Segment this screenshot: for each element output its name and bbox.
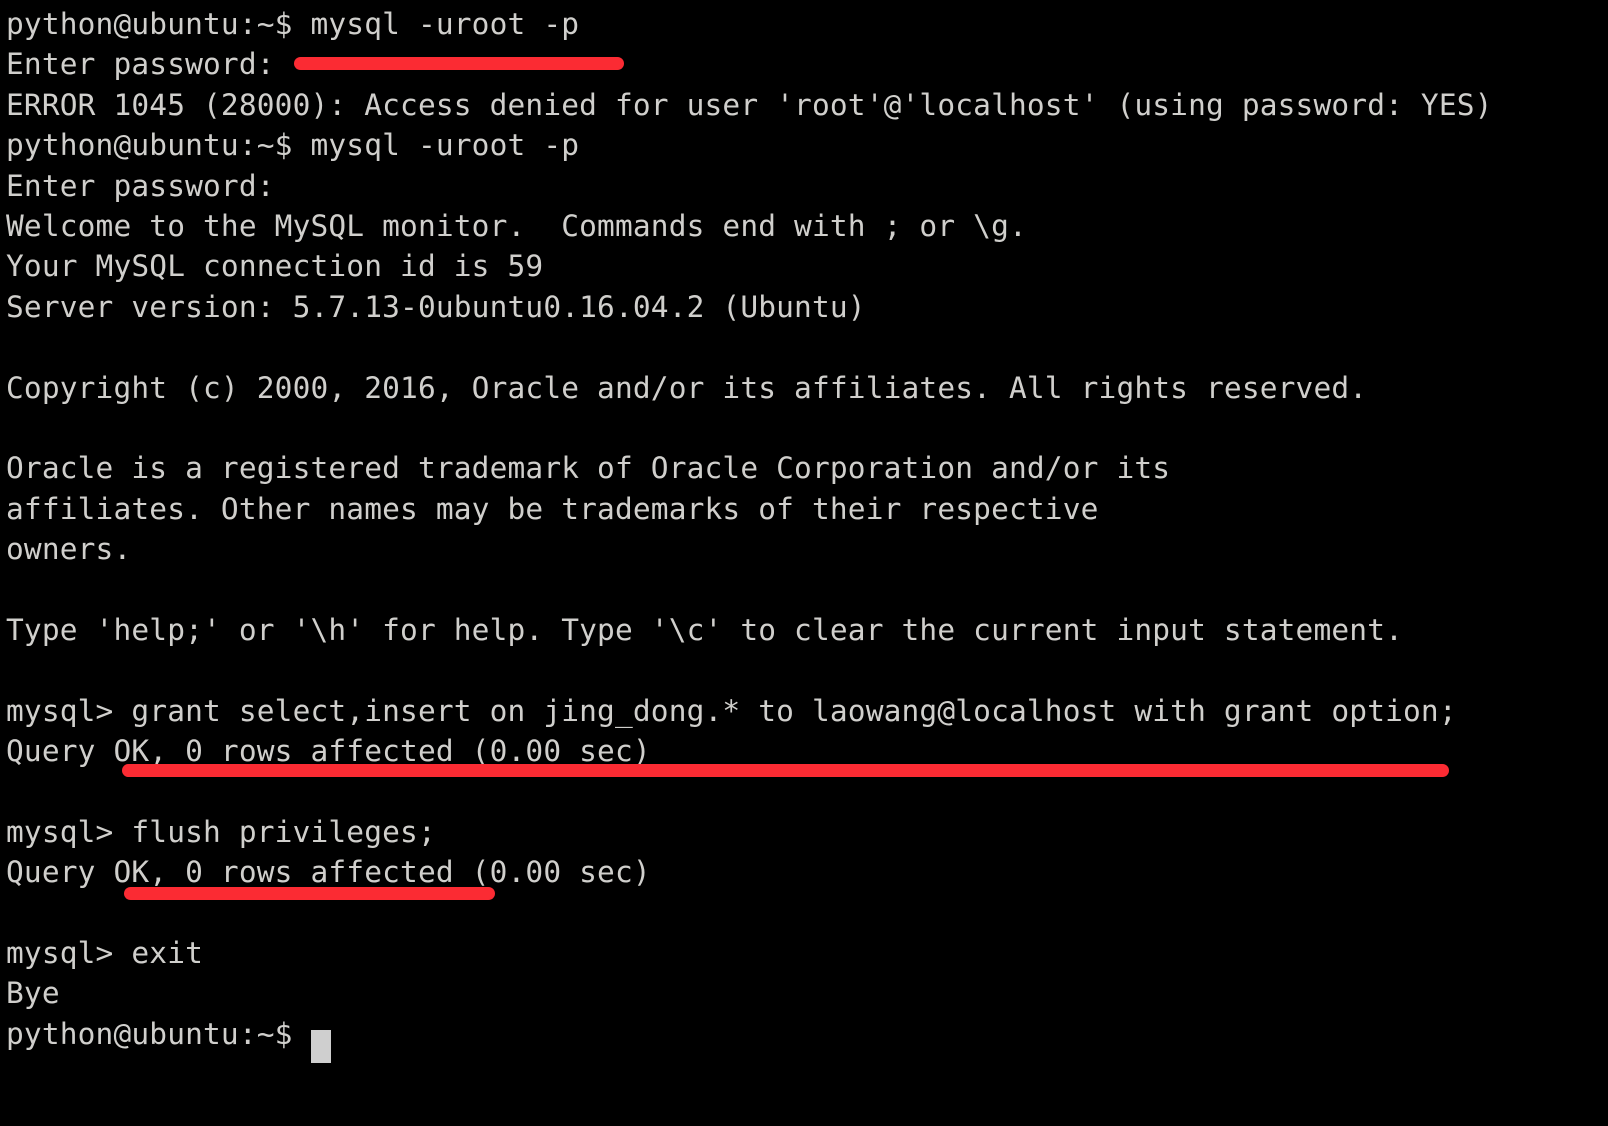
terminal-line: Oracle is a registered trademark of Orac… bbox=[6, 451, 1171, 486]
terminal-line: Enter password: bbox=[6, 47, 275, 82]
terminal-line: Your MySQL connection id is 59 bbox=[6, 249, 544, 284]
terminal-line-command: mysql> flush privileges; bbox=[6, 814, 436, 849]
terminal-line: python@ubuntu:~$ mysql -uroot -p bbox=[6, 7, 580, 41]
terminal-line: Query OK, 0 rows affected (0.00 sec) bbox=[6, 855, 651, 890]
terminal-line: Bye bbox=[6, 976, 60, 1011]
terminal-line-command: mysql> grant select,insert on jing_dong.… bbox=[6, 693, 1457, 728]
terminal-line: Enter password: bbox=[6, 168, 275, 203]
terminal-window[interactable]: python@ubuntu:~$ mysql -uroot -p Enter p… bbox=[0, 0, 1608, 1126]
terminal-line: affiliates. Other names may be trademark… bbox=[6, 491, 1099, 526]
terminal-line: python@ubuntu:~$ mysql -uroot -p bbox=[6, 128, 580, 163]
terminal-line: ERROR 1045 (28000): Access denied for us… bbox=[6, 87, 1493, 122]
terminal-line-command: mysql> exit bbox=[6, 935, 204, 970]
terminal-line: Welcome to the MySQL monitor. Commands e… bbox=[6, 208, 1027, 243]
terminal-line: Query OK, 0 rows affected (0.00 sec) bbox=[6, 734, 651, 769]
terminal-line: Copyright (c) 2000, 2016, Oracle and/or … bbox=[6, 370, 1368, 405]
terminal-line-prompt: python@ubuntu:~$ bbox=[6, 1016, 293, 1051]
terminal-line: Type 'help;' or '\h' for help. Type '\c'… bbox=[6, 612, 1404, 647]
terminal-line: Server version: 5.7.13-0ubuntu0.16.04.2 … bbox=[6, 289, 866, 324]
terminal-output: python@ubuntu:~$ mysql -uroot -p Enter p… bbox=[6, 4, 1608, 1054]
terminal-line: owners. bbox=[6, 532, 132, 567]
terminal-cursor bbox=[311, 1030, 331, 1063]
